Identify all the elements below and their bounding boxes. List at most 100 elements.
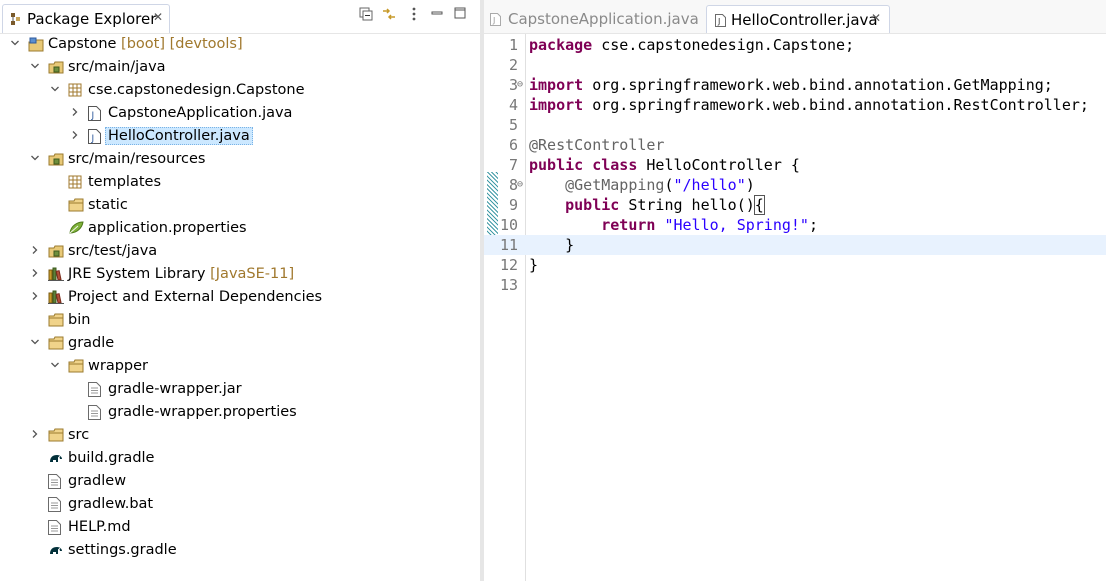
line-number: 11	[499, 236, 518, 254]
tree-item[interactable]: gradle	[0, 333, 480, 356]
tree-item[interactable]: cse.capstonedesign.Capstone	[0, 80, 480, 103]
file-icon	[88, 405, 104, 421]
code-token: import	[529, 96, 584, 114]
package-explorer-tab[interactable]: Package Explorer ✕	[2, 4, 170, 33]
code-token: {	[753, 195, 765, 215]
code-token: import	[529, 76, 584, 94]
tree-item[interactable]: static	[0, 195, 480, 218]
tab-capstone-application[interactable]: J CapstoneApplication.java	[484, 5, 704, 33]
code-line[interactable]: 12}	[484, 255, 1106, 275]
collapse-all-icon[interactable]	[357, 7, 375, 25]
chevron-down-icon[interactable]	[29, 153, 41, 167]
code-line[interactable]: 9 public String hello(){	[484, 195, 1106, 215]
tree-item[interactable]: J CapstoneApplication.java	[0, 103, 480, 126]
chevron-right-icon[interactable]	[29, 291, 41, 305]
tree-item-text: application.properties	[88, 220, 247, 236]
tree-item-label: gradlew.bat	[68, 496, 153, 512]
tree-item-text: gradle-wrapper.jar	[108, 381, 242, 397]
maximize-icon[interactable]	[451, 7, 469, 25]
view-menu-icon[interactable]	[405, 7, 423, 25]
tree-item[interactable]: src/test/java	[0, 241, 480, 264]
code-line[interactable]: 3 ⊖ import org.springframework.web.bind.an…	[484, 75, 1106, 95]
svg-text:J: J	[91, 111, 95, 121]
tree-item[interactable]: gradle-wrapper.properties	[0, 402, 480, 425]
code-line[interactable]: 7 public class HelloController {	[484, 155, 1106, 175]
tree-item-label: build.gradle	[68, 450, 154, 466]
code-line[interactable]: 13	[484, 275, 1106, 295]
tree-item-text: HELP.md	[68, 519, 131, 535]
tree-item-label: gradle-wrapper.jar	[108, 381, 242, 397]
gradle-elephant-icon	[48, 451, 64, 467]
tree-item[interactable]: build.gradle	[0, 448, 480, 471]
tree-item-label: templates	[88, 174, 161, 190]
chevron-down-icon[interactable]	[29, 61, 41, 75]
code-text: }	[529, 235, 574, 255]
java-file-icon: J	[715, 14, 726, 31]
tree-item[interactable]: J HelloController.java	[0, 126, 480, 149]
close-icon[interactable]: ✕	[153, 10, 163, 24]
tree-item[interactable]: gradle-wrapper.jar	[0, 379, 480, 402]
code-token: return	[601, 216, 656, 234]
tree-item[interactable]: gradlew.bat	[0, 494, 480, 517]
fold-toggle-icon[interactable]: ⊖	[517, 75, 523, 95]
tree-item[interactable]: wrapper	[0, 356, 480, 379]
source-folder-icon	[48, 244, 64, 260]
tree-item[interactable]: src/main/java	[0, 57, 480, 80]
package-explorer-header: Package Explorer ✕	[0, 0, 480, 34]
chevron-right-icon[interactable]	[29, 268, 41, 282]
svg-text:J: J	[492, 16, 495, 25]
tree-item[interactable]: application.properties	[0, 218, 480, 241]
tree-item[interactable]: src/main/resources	[0, 149, 480, 172]
code-line[interactable]: 10 return "Hello, Spring!";	[484, 215, 1106, 235]
tree-item[interactable]: bin	[0, 310, 480, 333]
svg-text:J: J	[717, 17, 720, 26]
folder-icon	[68, 198, 84, 214]
code-line[interactable]: 1 package cse.capstonedesign.Capstone;	[484, 35, 1106, 55]
code-text: @RestController	[529, 135, 664, 155]
code-line[interactable]: 5	[484, 115, 1106, 135]
tree-item-label: src	[68, 427, 89, 443]
code-token: @GetMapping	[565, 176, 665, 194]
chevron-down-icon[interactable]	[29, 337, 41, 351]
code-text: public class HelloController {	[529, 155, 800, 175]
chevron-right-icon[interactable]	[29, 429, 41, 443]
tree-item-label: HELP.md	[68, 519, 131, 535]
tree-item-text: static	[88, 197, 128, 213]
code-line[interactable]: 11 }	[484, 235, 1106, 255]
fold-toggle-icon[interactable]: ⊖	[517, 175, 523, 195]
chevron-down-icon[interactable]	[49, 360, 61, 374]
tree-item-text: templates	[88, 174, 162, 190]
chevron-right-icon[interactable]	[69, 107, 81, 121]
chevron-right-icon[interactable]	[29, 245, 41, 259]
line-number: 8	[508, 176, 518, 194]
tree-item-text: settings.gradle	[68, 542, 177, 558]
minimize-icon[interactable]	[428, 7, 446, 25]
java-file-icon: J	[88, 129, 104, 145]
chevron-down-icon[interactable]	[49, 84, 61, 98]
tree-item-label: JRE System Library [JavaSE-11]	[68, 266, 294, 282]
tree-item[interactable]: gradlew	[0, 471, 480, 494]
code-line[interactable]: 8 ⊖ @GetMapping("/hello")	[484, 175, 1106, 195]
tree-item[interactable]: settings.gradle	[0, 540, 480, 563]
tree-item[interactable]: Capstone [boot] [devtools]	[0, 34, 480, 57]
tree-item[interactable]: templates	[0, 172, 480, 195]
code-line[interactable]: 2	[484, 55, 1106, 75]
code-line[interactable]: 4 import org.springframework.web.bind.ann…	[484, 95, 1106, 115]
tree-item[interactable]: HELP.md	[0, 517, 480, 540]
tree-item-label: gradle-wrapper.properties	[108, 404, 297, 420]
tree-item[interactable]: src	[0, 425, 480, 448]
tree-item-text: CapstoneApplication.java	[108, 105, 293, 121]
properties-leaf-icon	[68, 221, 84, 237]
java-file-icon: J	[88, 106, 104, 122]
tab-hello-controller[interactable]: J HelloController.java ✕	[706, 5, 890, 33]
link-with-editor-icon[interactable]	[380, 7, 398, 25]
tree-item[interactable]: Project and External Dependencies	[0, 287, 480, 310]
code-token: )	[745, 176, 755, 194]
chevron-down-icon[interactable]	[9, 38, 21, 52]
chevron-right-icon[interactable]	[69, 130, 81, 144]
close-icon[interactable]: ✕	[871, 11, 881, 25]
code-line[interactable]: 6 @RestController	[484, 135, 1106, 155]
folder-icon	[48, 313, 64, 329]
tree-item-decoration: [JavaSE-11]	[205, 266, 295, 282]
tree-item[interactable]: JRE System Library [JavaSE-11]	[0, 264, 480, 287]
